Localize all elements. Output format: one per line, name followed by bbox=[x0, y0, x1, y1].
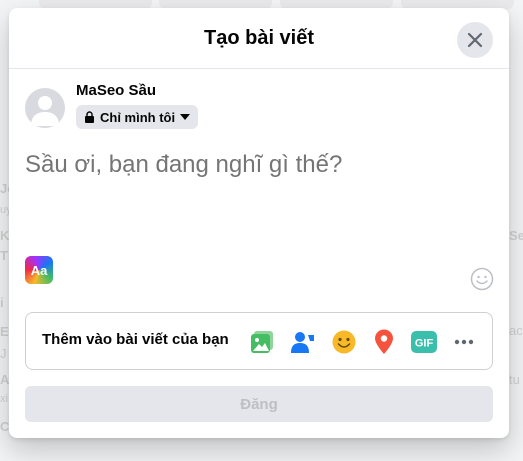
text-background-button[interactable]: Aa bbox=[25, 256, 53, 284]
gif-button[interactable]: GIF bbox=[410, 328, 438, 356]
post-text-input[interactable] bbox=[25, 145, 475, 185]
more-icon bbox=[454, 339, 474, 345]
gif-icon: GIF bbox=[411, 331, 437, 353]
emoji-icon[interactable] bbox=[470, 267, 494, 291]
dialog-header: Tạo bài viết bbox=[9, 8, 509, 69]
tag-people-icon bbox=[291, 332, 314, 353]
caret-down-icon bbox=[180, 114, 191, 120]
gif-text: GIF bbox=[415, 338, 434, 350]
lock-icon bbox=[85, 111, 94, 123]
tag-people-button[interactable] bbox=[289, 328, 317, 356]
photo-video-button[interactable] bbox=[249, 328, 277, 356]
audience-label: Chỉ mình tôi bbox=[100, 109, 176, 125]
avatar[interactable] bbox=[25, 88, 65, 128]
close-icon bbox=[467, 32, 483, 48]
dialog-title: Tạo bài viết bbox=[203, 27, 315, 49]
feeling-icon bbox=[332, 330, 356, 354]
check-in-icon bbox=[375, 329, 393, 354]
create-post-dialog: Tạo bài viết MaSeo Sầu Chỉ mình tôi Sầu … bbox=[9, 8, 509, 438]
default-avatar-icon bbox=[31, 96, 59, 126]
post-author: MaSeo Sầu Chỉ mình tôi bbox=[25, 82, 495, 132]
photo-video-icon bbox=[251, 331, 273, 353]
more-options-button[interactable] bbox=[450, 328, 478, 356]
check-in-button[interactable] bbox=[370, 328, 398, 356]
feeling-button[interactable] bbox=[330, 328, 358, 356]
add-to-post-label: Thêm vào bài viết của bạn bbox=[42, 331, 229, 348]
author-name: MaSeo Sầu bbox=[76, 82, 157, 99]
add-to-post-bar: Thêm vào bài viết của bạn GIF bbox=[25, 312, 493, 370]
close-button[interactable] bbox=[457, 22, 493, 58]
post-submit-button[interactable]: Đăng bbox=[25, 386, 493, 422]
audience-selector[interactable]: Chỉ mình tôi bbox=[76, 105, 199, 129]
